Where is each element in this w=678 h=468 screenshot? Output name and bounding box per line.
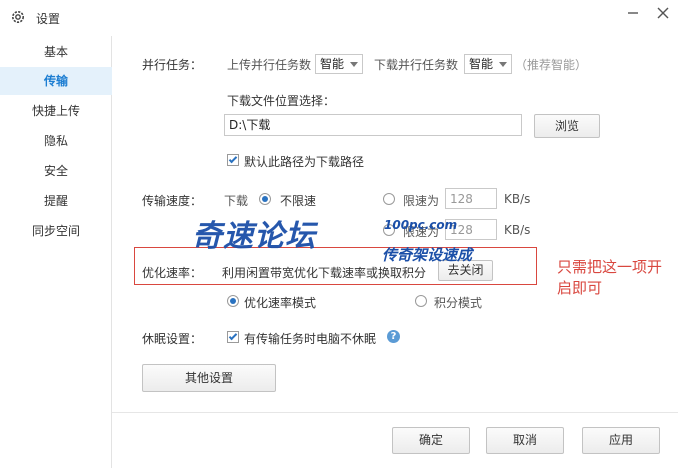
radio-selected-dot [230,298,236,304]
footer-divider [112,412,678,413]
sidebar-item-security[interactable]: 安全 [0,157,112,185]
other-settings-button[interactable]: 其他设置 [142,364,276,392]
recommend-hint: （推荐智能） [515,58,588,72]
download-location-label: 下载文件位置选择： [227,94,336,108]
chevron-down-icon [350,62,358,67]
download-parallel-label: 下载并行任务数 [374,58,459,72]
minimize-icon[interactable] [624,4,642,22]
browse-button[interactable]: 浏览 [534,114,600,138]
title-bar: 设置 [0,0,678,36]
cancel-button[interactable]: 取消 [486,427,564,454]
sidebar-item-transfer[interactable]: 传输 [0,67,112,95]
upload-parallel-label: 上传并行任务数 [227,58,312,72]
chevron-down-icon [499,62,507,67]
upload-limit-unit: KB/s [504,223,531,237]
close-icon[interactable] [654,4,672,22]
download-parallel-value: 智能 [469,57,494,71]
apply-button[interactable]: 应用 [582,427,660,454]
download-speed-label: 下载 [224,194,249,208]
parallel-tasks-label: 并行任务： [142,58,203,72]
download-parallel-select[interactable]: 智能 [464,54,512,74]
watermark-site: 100pc.com [384,218,458,232]
checkmark-icon [228,154,238,164]
download-path-input[interactable]: D:\下载 [224,114,522,136]
sidebar-nav: 基本 传输 快捷上传 隐私 安全 提醒 同步空间 [0,36,112,468]
annotation-note: 只需把这一项开 启即可 [557,257,662,299]
upload-parallel-select[interactable]: 智能 [315,54,363,74]
window-title: 设置 [36,12,61,26]
points-mode-label: 积分模式 [434,296,483,310]
limit-radio[interactable] [383,193,395,205]
unlimited-label: 不限速 [280,194,317,208]
sidebar-item-quick-upload[interactable]: 快捷上传 [0,97,112,125]
annotation-line-1: 只需把这一项开 [557,258,663,276]
help-icon[interactable]: ? [387,330,400,343]
no-sleep-checkbox[interactable] [227,331,239,343]
sidebar-item-privacy[interactable]: 隐私 [0,127,112,155]
sidebar-item-sync-space[interactable]: 同步空间 [0,217,112,245]
no-sleep-label: 有传输任务时电脑不休眠 [244,332,377,346]
ok-button[interactable]: 确定 [392,427,470,454]
download-limit-unit: KB/s [504,192,531,206]
radio-selected-dot [262,196,268,202]
unlimited-radio[interactable] [259,193,271,205]
download-limit-input[interactable]: 128 [445,188,497,209]
annotation-line-2: 启即可 [557,279,603,297]
points-mode-radio[interactable] [415,295,427,307]
speed-mode-label: 优化速率模式 [244,296,317,310]
limit-label: 限速为 [403,194,440,208]
watermark-slogan: 传奇架设速成 [382,246,473,264]
default-path-checkbox[interactable] [227,154,239,166]
sidebar-item-basic[interactable]: 基本 [0,38,112,66]
default-path-label: 默认此路径为下载路径 [244,155,365,169]
checkmark-icon [228,331,238,341]
watermark-logo: 奇速论坛 [192,219,316,254]
sidebar-item-reminder[interactable]: 提醒 [0,187,112,215]
gear-icon [12,11,24,23]
upload-parallel-value: 智能 [320,57,345,71]
speed-mode-radio[interactable] [227,295,239,307]
transfer-speed-label: 传输速度： [142,194,203,208]
sleep-settings-label: 休眠设置： [142,332,203,346]
